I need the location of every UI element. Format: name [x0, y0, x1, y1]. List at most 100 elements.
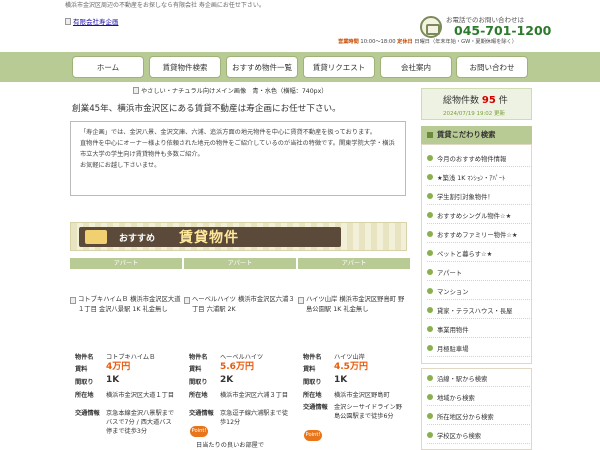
banner-title-small: おすすめ — [119, 234, 156, 244]
phone-contact: お電話でのお問い合わせは 045-701-1200 — [420, 12, 551, 52]
property-type: アパート — [70, 258, 182, 269]
sidebar-item-label: 事業用物件 — [437, 326, 469, 334]
sidebar-item[interactable]: おすすめシングル物件☆★ — [427, 207, 532, 224]
sidebar-item[interactable]: 学生割引対象物件！ — [427, 188, 532, 205]
sidebar-search-frame — [421, 368, 532, 450]
spec-key: 間取り — [75, 379, 94, 386]
site-logo[interactable]: 有限会社寿企画 — [65, 16, 119, 26]
sidebar-item[interactable]: 事業用物件 — [427, 321, 532, 338]
spec-key: 交通情報 — [189, 410, 214, 417]
spec-key: 交通情報 — [75, 410, 100, 417]
hero-alt-text: やさしい・ナチュラル向けメイン画像 青・水色（横幅：740px） — [141, 88, 328, 95]
sidebar-item[interactable]: おすすめファミリー物件☆★ — [427, 226, 532, 243]
spec-key: 賃料 — [75, 366, 88, 373]
sidebar-item-label: 月極駐車場 — [437, 345, 469, 353]
intro-paragraph: 「寿企画」では、金沢八景、金沢文庫、六浦、追浜方面の地元物件を中心に賃貸不動産を… — [80, 129, 376, 136]
sidebar-item[interactable]: 月極駐車場 — [427, 340, 532, 357]
spec-key: 間取り — [303, 379, 322, 386]
property-layout: 1K — [334, 375, 348, 385]
sidebar-item-label: マンション — [437, 288, 469, 296]
property-layout: 1K — [106, 375, 120, 385]
spec-key: 交通情報 — [303, 404, 328, 411]
property-address: 横浜市金沢区大道１丁目 — [106, 392, 175, 399]
property-rent: 5.6万円 — [220, 362, 254, 372]
property-layout: 2K — [220, 375, 234, 385]
site-tagline: 横浜市金沢区周辺の不動産をお探しなら有限会社 寿企画にお任せ下さい。 — [65, 2, 265, 9]
sidebar-item-label: おすすめシングル物件☆★ — [437, 212, 512, 220]
property-image[interactable]: ヘーベルハイツ 横浜市金沢区六浦３丁目 六浦駅 2K — [184, 295, 296, 315]
property-image[interactable]: コトブキハイムＢ 横浜市金沢区大道１丁目 金沢八景駅 1K 礼金無し — [70, 295, 182, 315]
sidebar-item[interactable]: 貸家・テラスハウス・長屋 — [427, 302, 532, 319]
property-type: アパート — [184, 258, 296, 269]
broken-image-icon — [184, 297, 190, 304]
point-badge: Point! — [304, 430, 322, 441]
spec-key: 所在地 — [75, 392, 94, 399]
spec-key: 賃料 — [303, 366, 316, 373]
hero-image: やさしい・ナチュラル向けメイン画像 青・水色（横幅：740px） — [133, 86, 327, 95]
holiday-label: 定休日 — [397, 39, 413, 45]
sidebar-item[interactable]: ★築浅 1K ﾏﾝｼｮﾝ・ｱﾊﾟｰﾄ — [427, 169, 532, 186]
recommended-banner: おすすめ 賃貸物件 — [70, 222, 407, 251]
count-updated: 2024/07/19 19:02 更新 — [443, 111, 506, 117]
house-icon — [85, 230, 107, 244]
nav-company[interactable]: 会社案内 — [380, 56, 452, 78]
sidebar-item-label: 学生割引対象物件！ — [437, 193, 494, 201]
nav-recommended[interactable]: おすすめ物件一覧 — [226, 56, 298, 78]
sidebar-item[interactable]: マンション — [427, 283, 532, 300]
sidebar-item-label: アパート — [437, 269, 463, 277]
count-value: 95 — [481, 95, 496, 106]
property-address: 横浜市金沢区六浦３丁目 — [220, 392, 289, 399]
bullet-icon — [427, 174, 433, 180]
phone-number[interactable]: 045-701-1200 — [454, 23, 551, 38]
property-image-alt: ヘーベルハイツ 横浜市金沢区六浦３丁目 六浦駅 2K — [192, 296, 295, 313]
bullet-icon — [427, 269, 433, 275]
sidebar-item-label: おすすめファミリー物件☆★ — [437, 231, 518, 239]
bullet-icon — [427, 212, 433, 218]
spec-key: 物件名 — [303, 354, 322, 361]
bullet-icon — [427, 231, 433, 237]
spec-key: 間取り — [189, 379, 208, 386]
broken-image-icon — [298, 297, 304, 304]
sidebar-item[interactable]: 今月のおすすめ物件情報 — [427, 150, 532, 167]
property-count: 総物件数 95 件 — [443, 93, 508, 106]
bullet-icon — [427, 326, 433, 332]
property-access: 京急逗子線六浦駅まで徒歩12分 — [220, 410, 289, 426]
page-lead: 創業45年、横浜市金沢区にある賃貸不動産は寿企画にお任せ下さい。 — [72, 104, 341, 114]
sidebar-item[interactable]: ペットと暮らす☆★ — [427, 245, 532, 262]
nav-rental-search[interactable]: 賃貸物件検索 — [149, 56, 221, 78]
point-text: 日当たりの良いお部屋で — [196, 442, 265, 449]
property-address: 横浜市金沢区野島町 — [334, 392, 390, 399]
sidebar-item[interactable]: アパート — [427, 264, 532, 281]
spec-key: 賃料 — [189, 366, 202, 373]
bullet-icon — [427, 307, 433, 313]
intro-paragraph: 直物件を中心にオーナー様より依頼された地元の物件をご紹介しているのが当社の特徴で… — [80, 140, 395, 158]
property-image[interactable]: ハイツ山岸 横浜市金沢区野島町 野島公園駅 1K 礼金無し — [298, 295, 410, 315]
sidebar-item-label: ペットと暮らす☆★ — [437, 250, 493, 258]
nav-contact[interactable]: お問い合わせ — [456, 56, 528, 78]
spec-key: 物件名 — [75, 354, 94, 361]
property-name: ハイツ山岸 — [334, 354, 365, 361]
nav-home[interactable]: ホーム — [72, 56, 144, 78]
broken-image-icon — [65, 17, 71, 25]
sidebar-heading-text: 賃貸こだわり検索 — [437, 130, 496, 139]
bullet-icon — [427, 288, 433, 294]
sidebar-item-label: 貸家・テラスハウス・長屋 — [437, 307, 513, 315]
property-name: ヘーベルハイツ — [220, 354, 264, 361]
hours-value: 10:00～18:00 — [360, 39, 396, 45]
nav-rental-request[interactable]: 賃貸リクエスト — [303, 56, 375, 78]
property-access: 京急本線金沢八景駅までバスで7分 / 西大道バス停まで徒歩3分 — [106, 410, 175, 435]
intro-box: 「寿企画」では、金沢八景、金沢文庫、六浦、追浜方面の地元物件を中心に賃貸不動産を… — [70, 121, 406, 196]
sidebar-heading: 賃貸こだわり検索 — [421, 126, 532, 144]
property-name: コトブキハイムＢ — [106, 354, 156, 361]
banner-title-big: 賃貸物件 — [179, 230, 239, 246]
property-rent: 4.5万円 — [334, 362, 368, 372]
hours-label: 営業時間 — [338, 39, 359, 45]
property-rent: 4万円 — [106, 362, 131, 372]
property-type: アパート — [298, 258, 410, 269]
property-image-alt: コトブキハイムＢ 横浜市金沢区大道１丁目 金沢八景駅 1K 礼金無し — [78, 296, 181, 313]
telephone-icon — [420, 16, 442, 38]
property-image-alt: ハイツ山岸 横浜市金沢区野島町 野島公園駅 1K 礼金無し — [306, 296, 405, 313]
property-count-box: 総物件数 95 件 2024/07/19 19:02 更新 — [421, 88, 532, 120]
count-unit: 件 — [498, 96, 508, 106]
property-access: 金沢シーサイドライン野島公園駅まで徒歩6分 — [334, 404, 402, 420]
